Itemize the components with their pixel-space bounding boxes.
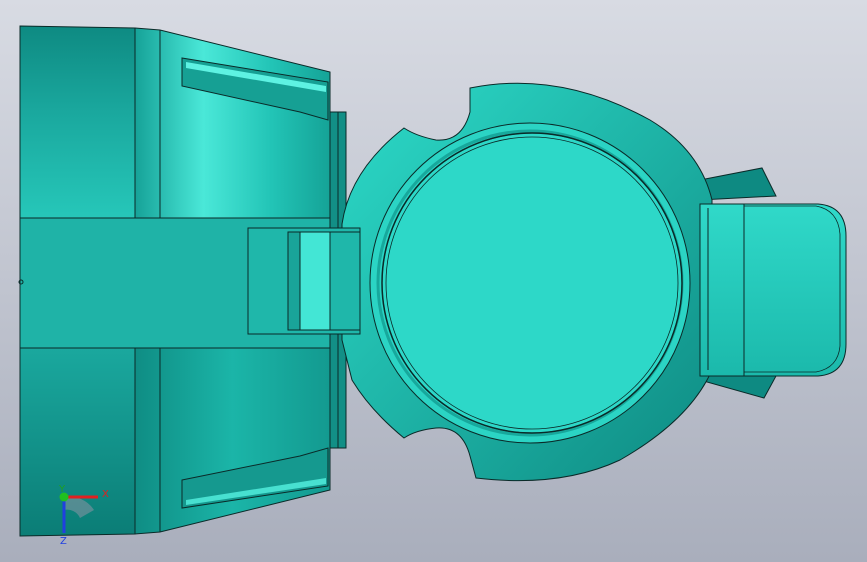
model-canvas[interactable]: X Y Z	[0, 0, 867, 562]
y-axis-label: Y	[58, 484, 66, 495]
z-axis-label: Z	[60, 536, 67, 547]
latch-tab[interactable]	[699, 203, 847, 377]
cad-viewport[interactable]: X Y Z	[0, 0, 867, 562]
x-axis-label: X	[102, 489, 109, 500]
